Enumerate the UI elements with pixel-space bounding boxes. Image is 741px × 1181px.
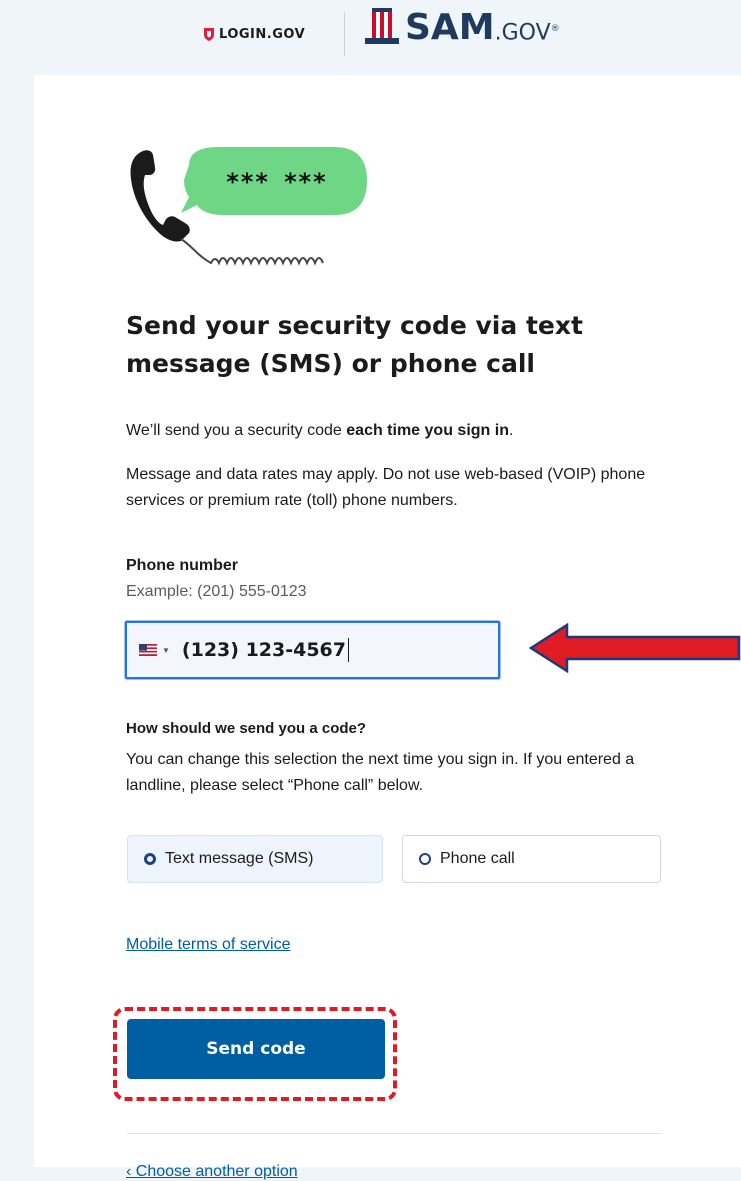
login-gov-logo[interactable]: LOGIN.GOV — [204, 27, 305, 42]
phone-call-illustration: *** *** — [130, 147, 367, 266]
sam-gov-logo[interactable]: SAM .GOV® — [365, 8, 560, 48]
logo-divider — [344, 12, 345, 56]
page-title: Send your security code via text message… — [126, 311, 583, 378]
radio-unselected-icon[interactable] — [419, 853, 431, 865]
uncle-sam-hat-icon — [365, 8, 399, 44]
mobile-terms-link[interactable]: Mobile terms of service — [126, 936, 291, 954]
registered-mark: ® — [550, 23, 560, 34]
phone-number-hint: Example: (201) 555-0123 — [126, 583, 307, 600]
radio-selected-icon[interactable] — [144, 853, 156, 865]
send-code-button[interactable]: Send code — [127, 1019, 385, 1079]
option-text-message[interactable]: Text message (SMS) — [127, 835, 383, 883]
main-card: *** *** Send your security code via text… — [34, 75, 741, 1180]
phone-number-label: Phone number — [126, 557, 239, 574]
phone-number-value[interactable]: (123) 123-4567 — [182, 639, 346, 661]
delivery-method-label: How should we send you a code? — [126, 720, 367, 737]
phone-handset-icon — [130, 150, 190, 242]
rates-notice: Message and data rates may apply. Do not… — [126, 466, 646, 509]
bubble-text: *** *** — [225, 168, 326, 196]
option-label: Text message (SMS) — [165, 850, 314, 867]
shield-icon — [204, 28, 214, 41]
us-flag-icon[interactable] — [139, 644, 157, 656]
phone-number-input[interactable]: ▼ (123) 123-4567 — [125, 621, 500, 679]
login-gov-logo-text: LOGIN.GOV — [219, 27, 306, 42]
sam-logo-text: SAM — [405, 7, 495, 48]
chevron-down-icon[interactable]: ▼ — [162, 646, 170, 655]
site-header: LOGIN.GOV SAM .GOV® — [0, 0, 741, 75]
delivery-method-description: You can change this selection the next t… — [126, 751, 635, 794]
option-label: Phone call — [440, 850, 515, 867]
red-arrow-annotation — [529, 623, 741, 673]
option-phone-call[interactable]: Phone call — [402, 835, 661, 883]
intro-text: We’ll send you a security code each time… — [126, 422, 514, 439]
text-cursor — [348, 638, 349, 662]
choose-another-option-link[interactable]: ‹ Choose another option — [126, 1163, 298, 1181]
divider — [127, 1133, 661, 1134]
sam-logo-suffix: .GOV® — [494, 20, 560, 45]
